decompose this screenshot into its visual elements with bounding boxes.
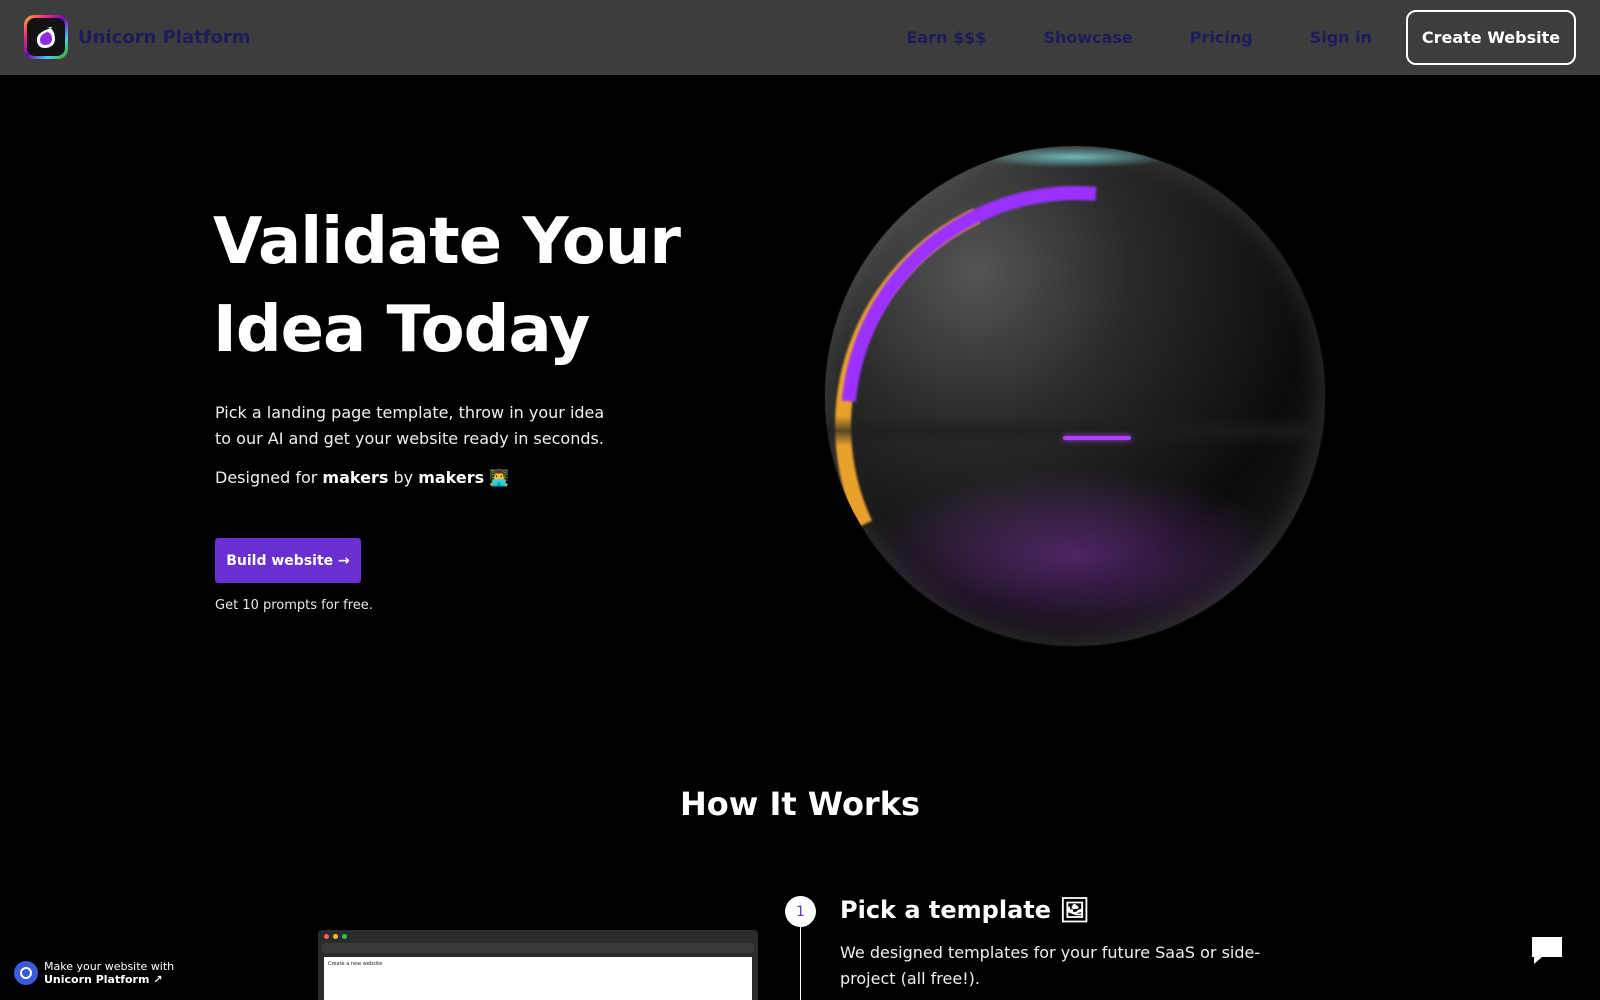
brand-name: Unicorn Platform — [78, 26, 251, 48]
badge-line1: Make your website with — [44, 960, 175, 973]
nav-links: Earn $$$ Showcase Pricing Sign in — [849, 0, 1372, 75]
build-website-button[interactable]: Build website → — [215, 538, 361, 583]
unicorn-badge-icon — [14, 961, 38, 985]
free-prompts-note: Get 10 prompts for free. — [215, 598, 373, 613]
step-title: Pick a template 🖼 — [840, 896, 1090, 924]
top-navbar: Unicorn Platform Earn $$$ Showcase Prici… — [0, 0, 1600, 75]
hero-title-line1: Validate Your — [213, 205, 681, 279]
create-website-button[interactable]: Create Website — [1406, 10, 1576, 65]
hero-title-line2: Idea Today — [213, 293, 590, 367]
hero-sphere-image — [825, 146, 1325, 646]
template-screenshot: Create a new website — [318, 930, 758, 1000]
made-with-badge[interactable]: Make your website with Unicorn Platform … — [14, 960, 174, 986]
designed-by: by — [393, 468, 414, 487]
designed-makers: makers — [322, 468, 389, 487]
hero-designed-for: Designed for makers by makers 👨‍💻 — [215, 468, 509, 487]
step-line — [800, 927, 801, 1000]
unicorn-logo-icon — [24, 15, 68, 59]
brand[interactable]: Unicorn Platform — [24, 15, 251, 59]
designed-makers-2: makers — [418, 468, 485, 487]
mock-title: Create a new website — [328, 961, 383, 967]
badge-line2: Unicorn Platform ↗ — [44, 973, 163, 986]
chat-icon[interactable] — [1530, 935, 1564, 965]
step-number: 1 — [785, 896, 816, 927]
designed-prefix: Designed for — [215, 468, 318, 487]
how-it-works-heading: How It Works — [679, 785, 921, 823]
nav-link-earn[interactable]: Earn $$$ — [906, 28, 986, 47]
nav-link-sign-in[interactable]: Sign in — [1310, 28, 1372, 47]
hero-title: Validate Your Idea Today — [213, 198, 693, 374]
step-description: We designed templates for your future Sa… — [840, 943, 1261, 988]
hero-description: Pick a landing page template, throw in y… — [215, 403, 605, 448]
nav-link-showcase[interactable]: Showcase — [1043, 28, 1132, 47]
makers-emoji: 👨‍💻 — [489, 468, 510, 487]
nav-link-pricing[interactable]: Pricing — [1190, 28, 1253, 47]
